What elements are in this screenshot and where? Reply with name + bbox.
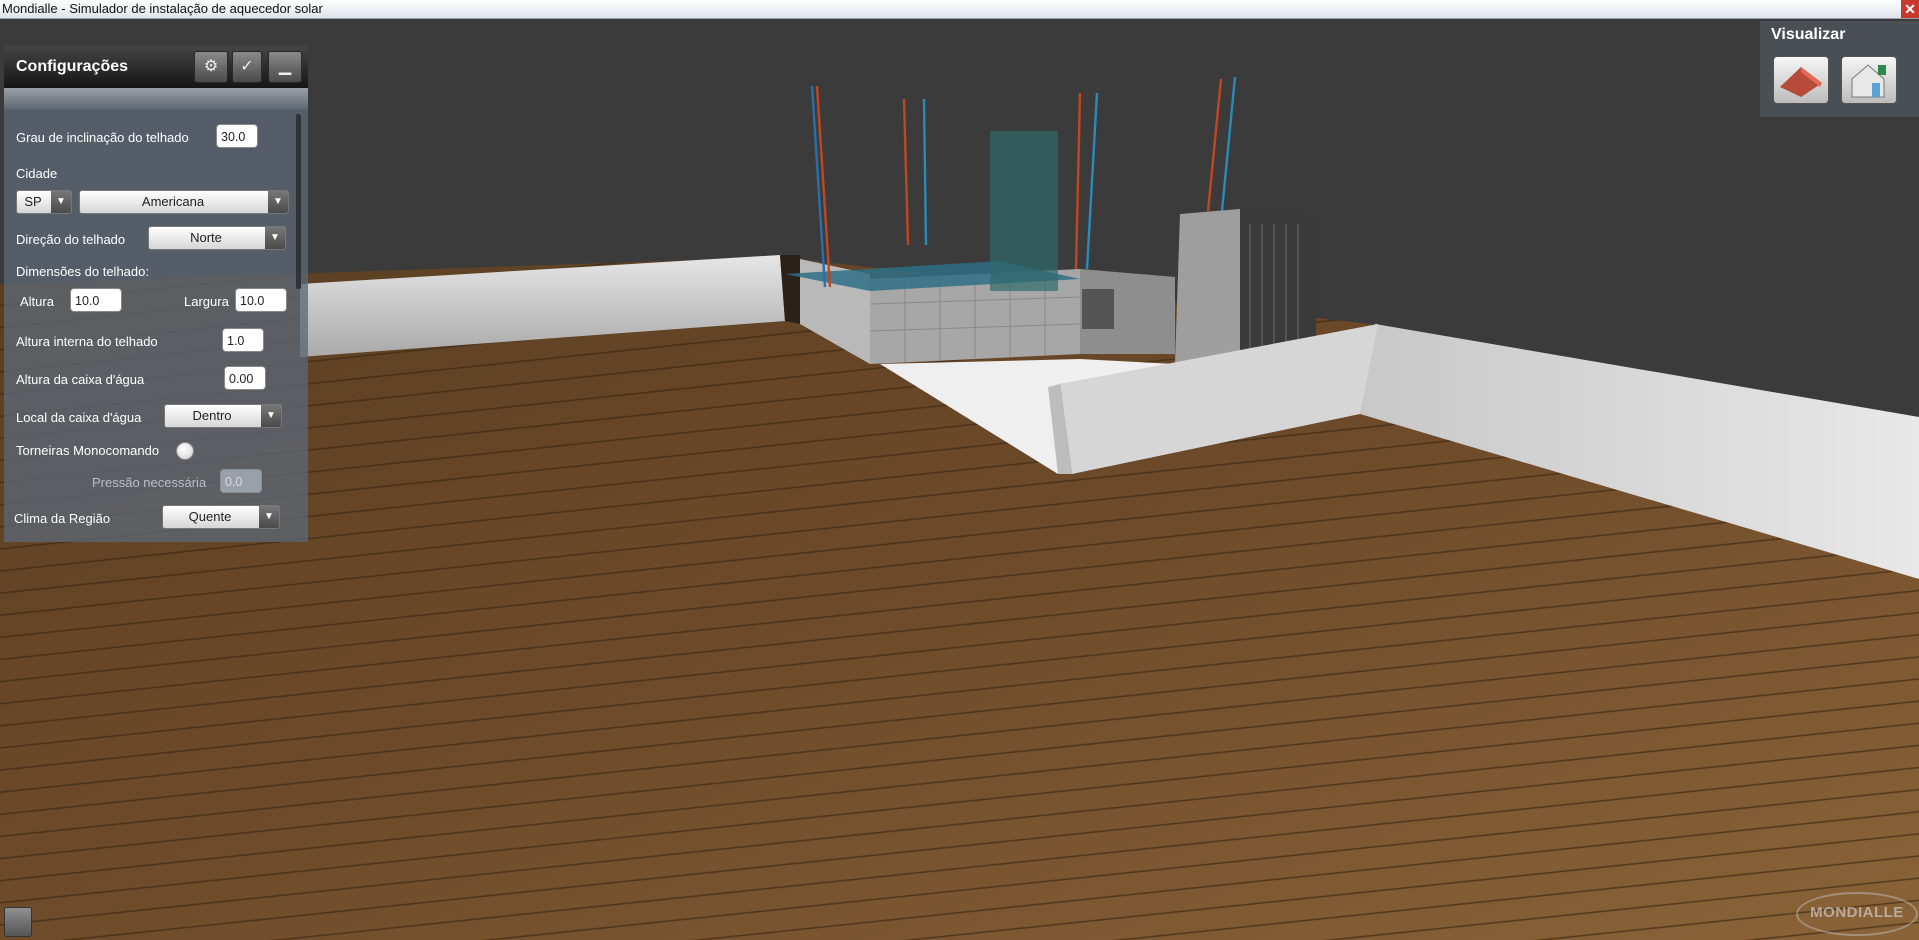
width-input[interactable]: 10.0 <box>235 288 287 312</box>
tank-height-input[interactable]: 0.00 <box>224 366 266 390</box>
config-panel-header: Configurações ⚙ ✓ ▁ <box>4 46 308 88</box>
fridge-front <box>1240 209 1316 359</box>
check-icon[interactable]: ✓ <box>232 51 262 83</box>
city-label: Cidade <box>16 166 58 181</box>
window-titlebar: Mondialle - Simulador de instalação de a… <box>0 0 1919 19</box>
height-label: Altura <box>20 294 54 309</box>
window-title: Mondialle - Simulador de instalação de a… <box>2 1 323 16</box>
roof-view-icon <box>1780 67 1822 97</box>
tank-location-value: Dentro <box>192 408 232 423</box>
climate-label: Clima da Região <box>14 511 111 526</box>
roof-dimensions-label: Dimensões do telhado: <box>16 264 149 279</box>
mono-faucets-label: Torneiras Monocomando <box>16 443 160 458</box>
visualizar-panel: Visualizar <box>1760 21 1919 117</box>
chevron-down-icon: ▼ <box>265 227 285 249</box>
gears-icon[interactable]: ⚙ <box>194 51 228 83</box>
climate-select[interactable]: Quente ▼ <box>162 505 280 529</box>
width-label: Largura <box>184 294 229 309</box>
minimize-icon[interactable]: ▁ <box>268 51 302 83</box>
inner-height-label: Altura interna do telhado <box>16 334 158 349</box>
config-panel: Configurações ⚙ ✓ ▁ Grau de inclinação d… <box>4 46 308 542</box>
city-select[interactable]: Americana ▼ <box>79 190 289 214</box>
chevron-down-icon: ▼ <box>51 191 71 213</box>
mono-faucets-toggle[interactable] <box>176 442 194 460</box>
state-select-value: SP <box>24 194 42 209</box>
chevron-down-icon: ▼ <box>268 191 288 213</box>
config-panel-title: Configurações <box>16 58 129 75</box>
house-info-view-button[interactable] <box>1841 56 1897 104</box>
climate-value: Quente <box>188 509 232 524</box>
roof-direction-value: Norte <box>190 230 222 245</box>
state-select[interactable]: SP ▼ <box>16 190 72 214</box>
roof-direction-label: Direção do telhado <box>16 232 126 247</box>
roof-angle-input[interactable]: 30.0 <box>216 124 258 148</box>
mondialle-logo: MONDIALLE <box>1796 892 1918 936</box>
pressure-input: 0.0 <box>220 469 262 493</box>
panel-scrollbar[interactable] <box>296 114 301 289</box>
close-icon[interactable]: ✕ <box>1901 0 1919 18</box>
chevron-down-icon: ▼ <box>261 405 281 427</box>
tank-location-label: Local da caixa d'água <box>16 410 142 425</box>
oven <box>1082 289 1114 329</box>
visualizar-title: Visualizar <box>1771 26 1846 43</box>
roof-view-button[interactable] <box>1773 56 1829 104</box>
inner-height-input[interactable]: 1.0 <box>222 328 264 352</box>
fridge-side <box>1175 209 1240 364</box>
config-panel-subheader <box>4 88 308 110</box>
tank-height-label: Altura da caixa d'água <box>16 372 145 387</box>
house-info-view-icon <box>1851 64 1886 98</box>
roof-direction-select[interactable]: Norte ▼ <box>148 226 286 250</box>
city-select-value: Americana <box>141 194 205 209</box>
roof-angle-label: Grau de inclinação do telhado <box>16 130 189 145</box>
document-icon[interactable] <box>4 907 32 937</box>
config-panel-body: Grau de inclinação do telhado 30.0 Cidad… <box>4 110 308 542</box>
tank-location-select[interactable]: Dentro ▼ <box>164 404 282 428</box>
chevron-down-icon: ▼ <box>259 506 279 528</box>
pressure-label: Pressão necessária <box>92 475 207 490</box>
shower-glass <box>990 131 1058 291</box>
height-input[interactable]: 10.0 <box>70 288 122 312</box>
